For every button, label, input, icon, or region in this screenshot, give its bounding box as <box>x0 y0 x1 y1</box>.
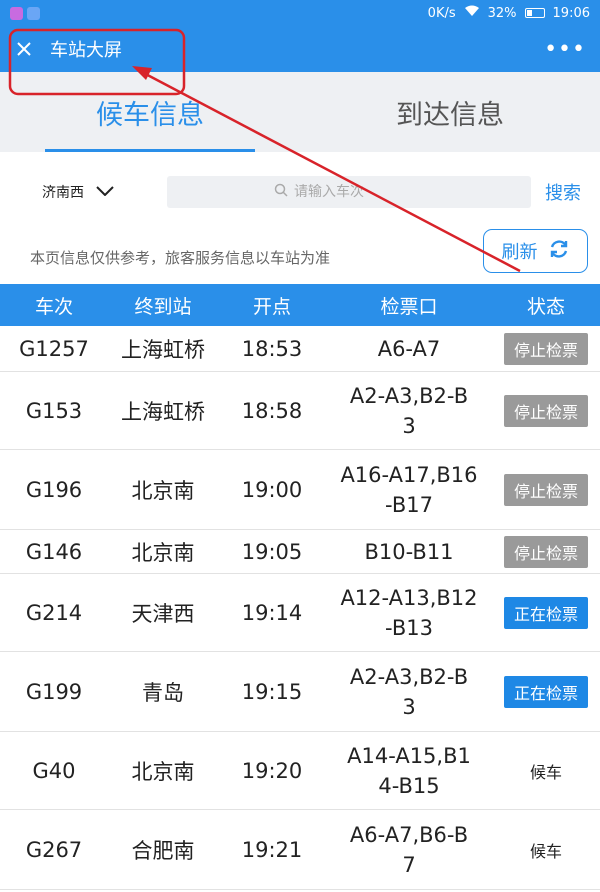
destination: 上海虹桥 <box>121 399 205 424</box>
train-number: G153 <box>25 398 83 423</box>
station-dropdown[interactable]: 济南西 <box>42 182 167 202</box>
ticket-gate: A12-A13,B12 -B13 <box>340 585 478 640</box>
network-speed: 0K/s <box>427 5 456 21</box>
close-icon[interactable] <box>14 39 34 59</box>
train-number: G267 <box>25 837 83 862</box>
table-row[interactable]: G1257 上海虹桥 18:53 A6-A7 停止检票 <box>0 326 600 372</box>
destination: 北京南 <box>131 759 195 784</box>
search-button[interactable]: 搜索 <box>545 179 581 205</box>
train-number: G40 <box>32 758 76 783</box>
tab-arrival-info[interactable]: 到达信息 <box>300 72 600 152</box>
departure-time: 19:00 <box>241 477 303 502</box>
station-name: 济南西 <box>42 185 84 201</box>
ticket-gate: A16-A17,B16 -B17 <box>340 462 478 517</box>
train-number: G199 <box>25 679 83 704</box>
departure-time: 19:20 <box>241 758 303 783</box>
train-number: G1257 <box>19 336 89 361</box>
table-row[interactable]: G146 北京南 19:05 B10-B11 停止检票 <box>0 530 600 574</box>
ticket-gate: A2-A3,B2-B 3 <box>349 383 469 438</box>
destination: 上海虹桥 <box>121 337 205 362</box>
departure-time: 19:14 <box>241 600 303 625</box>
app-bar: 车站大屏 ••• <box>0 26 600 72</box>
destination: 合肥南 <box>131 838 195 863</box>
destination: 北京南 <box>131 478 195 503</box>
train-table: G1257 上海虹桥 18:53 A6-A7 停止检票 G153 上海虹桥 18… <box>0 326 600 890</box>
ticket-gate: A14-A15,B1 4-B15 <box>347 743 471 798</box>
train-number: G214 <box>25 600 83 625</box>
header-train: 车次 <box>34 295 73 318</box>
table-row[interactable]: G267 合肥南 19:21 A6-A7,B6-B 7 候车 <box>0 810 600 890</box>
search-input[interactable] <box>294 184 424 200</box>
departure-time: 19:05 <box>241 539 303 564</box>
ticket-gate: A6-A7 <box>377 336 441 361</box>
status-badge: 正在检票 <box>503 596 588 629</box>
clock: 19:06 <box>552 5 590 21</box>
train-number: G196 <box>25 477 83 502</box>
table-row[interactable]: G153 上海虹桥 18:58 A2-A3,B2-B 3 停止检票 <box>0 372 600 450</box>
tab-bar: 候车信息 到达信息 <box>0 72 600 152</box>
status-badge: 停止检票 <box>503 332 588 365</box>
table-row[interactable]: G40 北京南 19:20 A14-A15,B1 4-B15 候车 <box>0 732 600 810</box>
tab-waiting-info[interactable]: 候车信息 <box>0 72 300 152</box>
destination: 青岛 <box>142 680 184 705</box>
departure-time: 18:53 <box>241 336 303 361</box>
header-destination: 终到站 <box>134 295 192 318</box>
status-text: 候车 <box>529 762 562 782</box>
table-row[interactable]: G196 北京南 19:00 A16-A17,B16 -B17 停止检票 <box>0 450 600 530</box>
status-badge: 停止检票 <box>503 394 588 427</box>
table-row[interactable]: G199 青岛 19:15 A2-A3,B2-B 3 正在检票 <box>0 652 600 732</box>
header-status: 状态 <box>526 295 565 318</box>
search-icon <box>274 183 288 201</box>
page-title: 车站大屏 <box>50 40 122 61</box>
battery-icon <box>524 8 545 18</box>
departure-time: 18:58 <box>241 398 303 423</box>
status-text: 候车 <box>529 841 562 861</box>
table-header: 车次 终到站 开点 检票口 状态 <box>0 284 600 326</box>
app-notification-icon <box>10 6 23 20</box>
destination: 天津西 <box>131 601 195 626</box>
wifi-icon <box>464 5 480 21</box>
ticket-gate: A2-A3,B2-B 3 <box>349 664 469 719</box>
ticket-gate: A6-A7,B6-B 7 <box>349 822 469 877</box>
search-box[interactable] <box>167 176 531 208</box>
departure-time: 19:15 <box>241 679 303 704</box>
ticket-gate: B10-B11 <box>364 539 454 564</box>
header-gate: 检票口 <box>380 295 438 318</box>
chevron-down-icon <box>96 184 114 200</box>
app-notification-icon <box>27 6 40 20</box>
refresh-icon <box>548 238 570 265</box>
departure-time: 19:21 <box>241 837 303 862</box>
more-dots-icon[interactable]: ••• <box>544 37 586 62</box>
status-badge: 正在检票 <box>503 675 588 708</box>
refresh-label: 刷新 <box>501 242 538 263</box>
search-row: 济南西 搜索 <box>0 152 600 232</box>
status-bar: 0K/s 32% 19:06 <box>0 0 600 26</box>
status-badge: 停止检票 <box>503 473 588 506</box>
header-departure: 开点 <box>252 295 291 318</box>
battery-percent: 32% <box>487 5 517 21</box>
table-row[interactable]: G214 天津西 19:14 A12-A13,B12 -B13 正在检票 <box>0 574 600 652</box>
destination: 北京南 <box>131 540 195 565</box>
refresh-button[interactable]: 刷新 <box>483 229 588 273</box>
status-badge: 停止检票 <box>503 535 588 568</box>
train-number: G146 <box>25 539 83 564</box>
